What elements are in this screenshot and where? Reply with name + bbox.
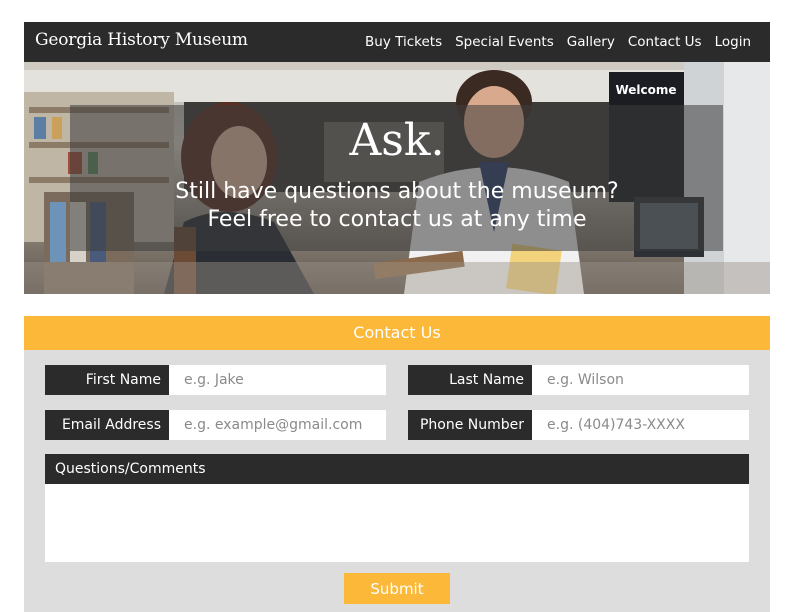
hero-subtitle-line-2: Feel free to contact us at any time: [207, 207, 587, 232]
form-header: Contact Us: [24, 316, 770, 350]
hero-subtitle: Still have questions about the museum? F…: [24, 178, 770, 234]
first-name-input[interactable]: [169, 365, 386, 395]
nav-link-buy-tickets[interactable]: Buy Tickets: [365, 34, 442, 50]
email-label: Email Address: [45, 410, 169, 440]
top-navbar: Georgia History Museum Buy Tickets Speci…: [24, 22, 770, 62]
phone-input[interactable]: [532, 410, 749, 440]
hero-title: Ask.: [349, 115, 445, 166]
site-brand[interactable]: Georgia History Museum: [35, 30, 248, 50]
nav-link-special-events[interactable]: Special Events: [455, 34, 554, 50]
last-name-label: Last Name: [408, 365, 532, 395]
comments-textarea[interactable]: [45, 484, 749, 562]
welcome-sign-text: Welcome: [615, 83, 676, 97]
hero-banner: Welcome Ask. Still have questions about …: [24, 62, 770, 294]
submit-button[interactable]: Submit: [344, 573, 450, 604]
contact-form: Contact Us First Name Last Name Email Ad…: [24, 316, 770, 612]
phone-label: Phone Number: [408, 410, 532, 440]
hero-subtitle-line-1: Still have questions about the museum?: [175, 179, 619, 204]
email-input[interactable]: [169, 410, 386, 440]
nav-link-gallery[interactable]: Gallery: [567, 34, 615, 50]
last-name-input[interactable]: [532, 365, 749, 395]
nav-link-login[interactable]: Login: [715, 34, 751, 50]
nav-links: Buy Tickets Special Events Gallery Conta…: [365, 34, 751, 50]
first-name-label: First Name: [45, 365, 169, 395]
comments-label: Questions/Comments: [45, 454, 749, 484]
nav-link-contact-us[interactable]: Contact Us: [628, 34, 702, 50]
